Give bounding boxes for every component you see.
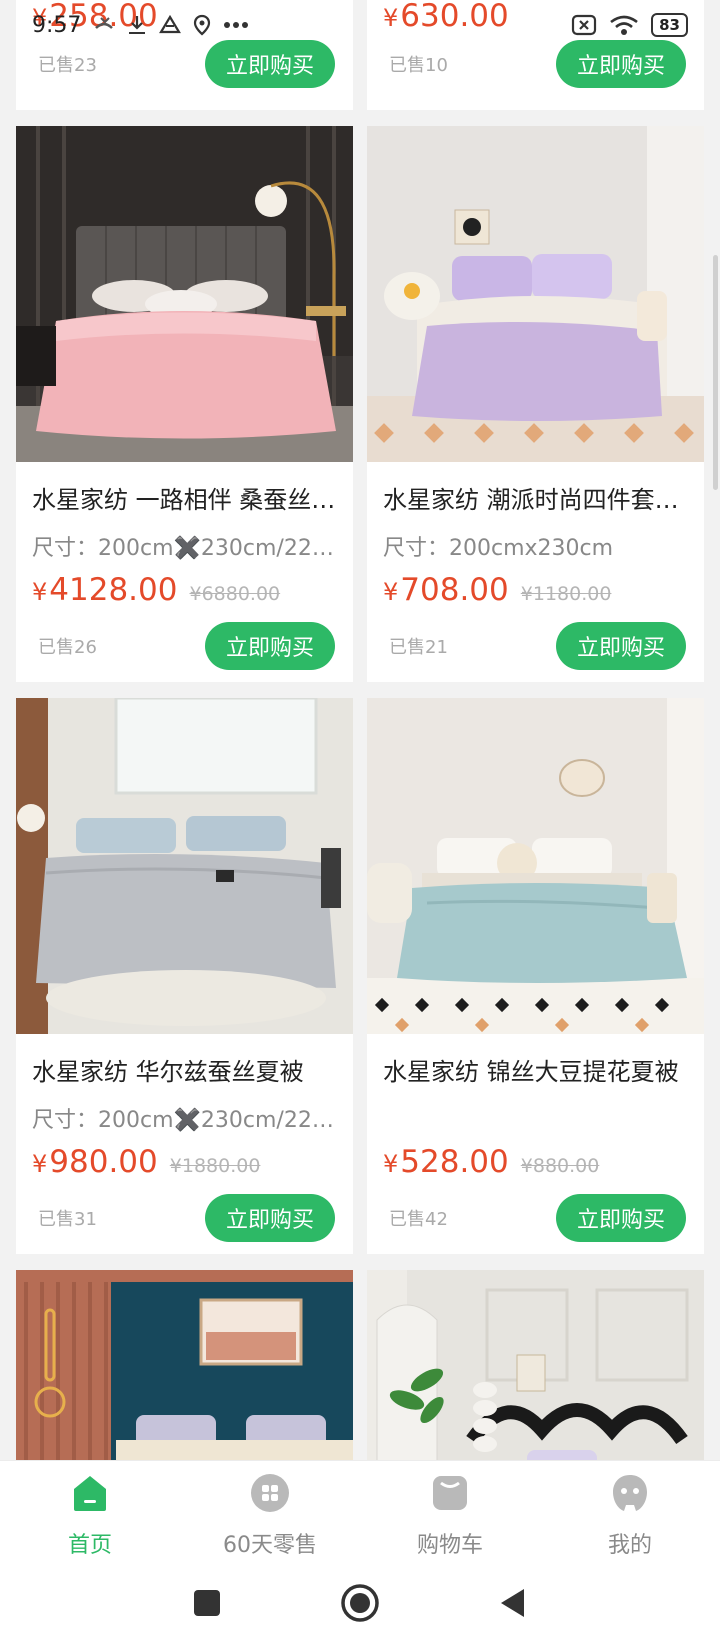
product-title: 水星家纺 潮派时尚四件套床品 (383, 486, 703, 514)
original-price: ¥1880.00 (169, 1155, 261, 1177)
product-card[interactable]: 水星家纺 锦丝大豆提花夏被 ¥528.00 ¥880.00 已售42 立即购买 (367, 698, 704, 1254)
product-spec: 尺寸：200cm✖️230cm/220cm✖️240cm (32, 1108, 353, 1133)
product-image[interactable] (367, 126, 704, 462)
currency-symbol: ¥ (32, 1150, 48, 1178)
location-icon (193, 14, 211, 36)
price-value: 980.00 (49, 1144, 158, 1180)
price-value: 528.00 (400, 1144, 509, 1180)
battery-icon: 83 (651, 13, 688, 37)
product-title: 水星家纺 一路相伴 桑蚕丝夏被 (32, 486, 353, 514)
tab-cart[interactable]: 购物车 (360, 1461, 540, 1560)
product-spec: 尺寸：200cmx230cm (383, 536, 614, 561)
product-title: 水星家纺 锦丝大豆提花夏被 (383, 1058, 679, 1086)
bottom-tab-bar: 首页 60天零售 购物车 我的 (0, 1460, 720, 1560)
price-value: 4128.00 (49, 572, 178, 608)
cart-icon (430, 1473, 470, 1517)
card-footer: 已售42 立即购买 (367, 1194, 704, 1242)
price-row: ¥980.00 ¥1880.00 (16, 1144, 353, 1184)
card-footer: 已售21 立即购买 (367, 622, 704, 670)
tab-label: 首页 (67, 1533, 112, 1558)
sold-count: 已售23 (38, 55, 97, 76)
buy-now-button[interactable]: 立即购买 (205, 1194, 335, 1242)
original-price: ¥880.00 (520, 1155, 600, 1177)
product-title: 水星家纺 华尔兹蚕丝夏被 (32, 1058, 304, 1086)
clock: 9:57 (32, 12, 82, 38)
sold-count: 已售10 (389, 55, 448, 76)
phone-missed-icon (93, 14, 115, 36)
price: ¥4128.00 (32, 572, 177, 608)
tab-label: 我的 (607, 1533, 652, 1558)
sold-count: 已售26 (38, 637, 97, 658)
product-spec: 尺寸：200cm✖️230cm/220cm✖️240cm (32, 536, 353, 561)
tab-home[interactable]: 首页 (0, 1461, 180, 1560)
status-right: 83 (571, 13, 688, 37)
currency-symbol: ¥ (383, 578, 399, 606)
back-button[interactable] (498, 1587, 528, 1623)
product-card[interactable] (367, 1270, 704, 1460)
tab-label: 购物车 (416, 1533, 483, 1558)
original-price: ¥6880.00 (189, 583, 281, 605)
sold-count: 已售42 (389, 1209, 448, 1230)
home-icon (70, 1473, 110, 1517)
product-card[interactable] (16, 1270, 353, 1460)
more-icon (223, 21, 249, 29)
product-image[interactable] (367, 698, 704, 1034)
price-value: 708.00 (400, 572, 509, 608)
tab-label: 60天零售 (223, 1533, 317, 1558)
download-icon (127, 14, 147, 36)
price: ¥980.00 (32, 1144, 158, 1180)
sold-count: 已售31 (38, 1209, 97, 1230)
product-feed[interactable]: ¥258.00 已售23 立即购买 ¥630.00 已售10 立即购买 水星家纺… (0, 0, 720, 1460)
card-footer: 已售26 立即购买 (16, 622, 353, 670)
profile-icon (610, 1473, 650, 1517)
price-row: ¥708.00 ¥1180.00 (367, 572, 704, 612)
price-row: ¥4128.00 ¥6880.00 (16, 572, 353, 612)
currency-symbol: ¥ (383, 1150, 399, 1178)
price: ¥708.00 (383, 572, 509, 608)
home-button[interactable] (340, 1583, 380, 1627)
tab-60-day-retail[interactable]: 60天零售 (180, 1461, 360, 1560)
buy-now-button[interactable]: 立即购买 (556, 622, 686, 670)
wifi-icon (609, 14, 639, 36)
buy-now-button[interactable]: 立即购买 (556, 1194, 686, 1242)
recents-button[interactable] (192, 1588, 222, 1622)
product-card[interactable]: 水星家纺 一路相伴 桑蚕丝夏被 尺寸：200cm✖️230cm/220cm✖️2… (16, 126, 353, 682)
product-card[interactable]: 水星家纺 华尔兹蚕丝夏被 尺寸：200cm✖️230cm/220cm✖️240c… (16, 698, 353, 1254)
scrollbar[interactable] (713, 255, 718, 490)
price: ¥528.00 (383, 1144, 509, 1180)
card-footer: 已售31 立即购买 (16, 1194, 353, 1242)
original-price: ¥1180.00 (520, 583, 612, 605)
product-image[interactable] (16, 1270, 353, 1460)
product-image[interactable] (16, 126, 353, 462)
price-row: ¥528.00 ¥880.00 (367, 1144, 704, 1184)
product-image[interactable] (16, 698, 353, 1034)
tab-profile[interactable]: 我的 (540, 1461, 720, 1560)
status-left: 9:57 (32, 13, 249, 38)
grid-icon (250, 1473, 290, 1517)
currency-symbol: ¥ (32, 578, 48, 606)
no-sim-icon (571, 14, 597, 36)
system-nav-bar (0, 1560, 720, 1650)
status-bar: 9:57 83 (0, 0, 720, 50)
sold-count: 已售21 (389, 637, 448, 658)
product-card[interactable]: 水星家纺 潮派时尚四件套床品 尺寸：200cmx230cm ¥708.00 ¥1… (367, 126, 704, 682)
product-image[interactable] (367, 1270, 704, 1460)
product-spec (367, 1106, 704, 1136)
buy-now-button[interactable]: 立即购买 (205, 622, 335, 670)
drive-icon (159, 15, 182, 35)
